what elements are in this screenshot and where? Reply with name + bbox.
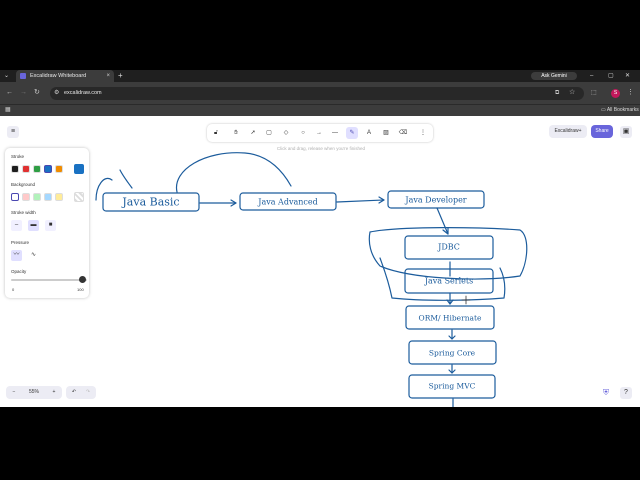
address-bar[interactable] [50, 87, 584, 100]
line-tool-icon[interactable]: — [329, 127, 341, 139]
stroke-color-swatch-2[interactable] [22, 165, 30, 173]
browser-menu-icon[interactable]: ⋮ [627, 88, 634, 98]
crosshair-cursor [461, 295, 471, 305]
node-label-spring-core: Spring Core [429, 349, 476, 358]
stroke-width-thin[interactable]: – [11, 220, 22, 231]
pressure-label: Pressure [11, 240, 30, 245]
profile-avatar[interactable]: S [611, 89, 620, 98]
hand-tool-icon[interactable]: ✋︎ [230, 127, 242, 139]
node-label-java-servlets: Java Serlets [424, 277, 473, 286]
all-bookmarks-link[interactable]: ▭ All Bookmarks [601, 104, 639, 116]
tab-close-icon[interactable]: × [106, 70, 110, 82]
freehand-curve-top [175, 152, 292, 193]
opacity-label: Opacity [11, 269, 27, 274]
properties-panel: Stroke Background Stroke width – ▬ ■ Pre… [5, 148, 89, 298]
share-button[interactable]: Share [591, 125, 613, 138]
background-color-swatch-5[interactable] [55, 193, 63, 201]
zoom-controls: − 55% + [6, 386, 62, 399]
eraser-tool-icon[interactable]: ⌫ [397, 127, 409, 139]
stroke-width-label: Stroke width [11, 210, 36, 215]
undo-redo-controls: ↶ ↷ [66, 386, 96, 399]
bookmarks-bar [0, 104, 640, 116]
background-color-swatch-2[interactable] [22, 193, 30, 201]
ask-gemini-label: Ask Gemini [541, 73, 567, 79]
background-transparent-swatch[interactable] [74, 192, 84, 202]
stroke-width-bold[interactable]: ▬ [28, 220, 39, 231]
ask-gemini-button[interactable]: Ask Gemini [531, 72, 577, 80]
node-label-orm-hibernate: ORM/ Hibernate [419, 314, 482, 323]
url-text[interactable]: excalidraw.com [64, 87, 102, 100]
background-color-swatch-3[interactable] [33, 193, 41, 201]
shield-icon[interactable]: ⛨ [601, 388, 611, 398]
opacity-slider-track[interactable] [11, 279, 87, 281]
opacity-slider-thumb[interactable] [79, 276, 86, 283]
background-color-swatch-4[interactable] [44, 193, 52, 201]
maximize-icon[interactable]: ▢ [608, 70, 614, 82]
opacity-min: 0 [12, 287, 15, 292]
node-label-spring-mvc: Spring MVC [429, 382, 476, 391]
zoom-in-button[interactable]: + [48, 386, 60, 399]
apps-grid-icon[interactable]: ▦ [5, 104, 11, 116]
tab-excalidraw[interactable]: Excalidraw Whiteboard × [16, 70, 114, 82]
tab-search-chevron-icon[interactable]: ⌄ [4, 70, 9, 82]
stroke-color-swatch-5[interactable] [55, 165, 63, 173]
node-label-java-advanced: Java Advanced [257, 198, 317, 207]
background-label: Background [11, 182, 36, 187]
stroke-color-swatch-4[interactable] [44, 165, 52, 173]
forward-arrow-icon[interactable]: → [20, 88, 27, 98]
all-bookmarks-label: All Bookmarks [606, 107, 639, 113]
diagram-svg: Java Basic Java Advanced Java Developer … [95, 152, 528, 407]
main-menu-hamburger-icon[interactable]: ≡ [7, 126, 19, 138]
image-tool-icon[interactable]: ▨ [380, 127, 392, 139]
stroke-current-swatch[interactable] [74, 164, 84, 174]
selection-tool-icon[interactable]: ➚ [247, 127, 259, 139]
freehand-curve-left [95, 177, 113, 201]
new-tab-plus-icon[interactable]: + [118, 70, 123, 82]
back-arrow-icon[interactable]: ← [6, 88, 13, 98]
reload-icon[interactable]: ↻ [34, 88, 40, 98]
node-label-java-basic: Java Basic [121, 196, 179, 209]
rectangle-tool-icon[interactable]: ▢ [263, 127, 275, 139]
pressure-on-icon[interactable]: 〰 [11, 250, 22, 261]
library-sidebar-icon[interactable]: ▣ [620, 126, 632, 138]
node-label-java-developer: Java Developer [404, 196, 466, 205]
minimize-icon[interactable]: – [590, 70, 593, 82]
tab-title: Excalidraw Whiteboard [30, 73, 87, 79]
background-color-swatch-1[interactable] [11, 193, 19, 201]
freehand-loop-jdbc [368, 227, 528, 280]
zoom-level[interactable]: 55% [20, 386, 48, 399]
opacity-max: 100 [77, 287, 84, 292]
lock-tool-icon[interactable]: 🔓︎ [210, 127, 222, 139]
pressure-off-icon[interactable]: ∿ [28, 250, 39, 261]
tool-hint: Click and drag, release when you're fini… [276, 146, 366, 151]
zoom-out-button[interactable]: − [8, 386, 20, 399]
arrow-tool-icon[interactable]: → [313, 127, 325, 139]
redo-icon[interactable]: ↷ [81, 386, 95, 399]
freehand-stroke-small [119, 169, 133, 189]
diamond-tool-icon[interactable]: ◇ [280, 127, 292, 139]
excalidraw-plus-button[interactable]: Excalidraw+ [549, 125, 587, 138]
stroke-color-swatch-3[interactable] [33, 165, 41, 173]
draw-pencil-tool-icon[interactable]: ✎ [346, 127, 358, 139]
ellipse-tool-icon[interactable]: ○ [297, 127, 309, 139]
shapes-toolbar: 🔓︎ ✋︎ ➚ ▢ ◇ ○ → — ✎ A ▨ ⌫ ⋮ [207, 124, 433, 142]
extensions-icon[interactable]: ⬚ [591, 88, 597, 98]
window-close-icon[interactable]: ✕ [625, 70, 630, 82]
arrow-advanced-to-developer [336, 199, 385, 203]
site-info-icon[interactable]: ⚙ [54, 88, 59, 98]
help-icon[interactable]: ? [620, 387, 632, 399]
install-app-icon[interactable]: ⧉ [555, 88, 559, 98]
stroke-label: Stroke [11, 154, 25, 159]
more-tools-icon[interactable]: ⋮ [417, 127, 429, 139]
stroke-color-swatch-1[interactable] [11, 165, 19, 173]
stroke-width-extra-bold[interactable]: ■ [45, 220, 56, 231]
text-tool-icon[interactable]: A [363, 127, 375, 139]
undo-icon[interactable]: ↶ [67, 386, 81, 399]
bookmark-star-icon[interactable]: ☆ [569, 88, 575, 98]
node-label-jdbc: JDBC [437, 243, 460, 252]
excalidraw-canvas[interactable]: Java Basic Java Advanced Java Developer … [0, 116, 640, 407]
excalidraw-favicon-icon [20, 73, 26, 79]
